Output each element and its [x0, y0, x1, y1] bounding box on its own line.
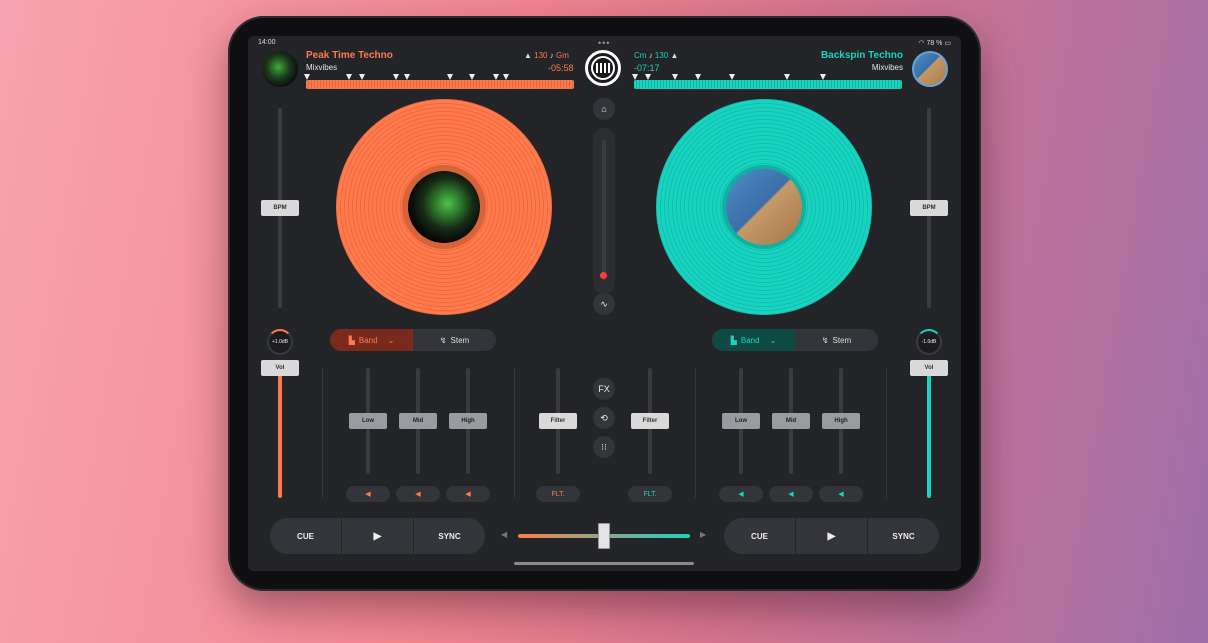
left-track-artist: Mixvibes: [306, 63, 338, 72]
left-filter-fader[interactable]: Filter: [539, 413, 577, 429]
left-divider: [322, 368, 323, 498]
right-sync-button[interactable]: SYNC: [868, 518, 939, 554]
right-stem-label: Stem: [832, 335, 852, 345]
right-track-title[interactable]: Backspin Techno: [821, 50, 903, 61]
band-eq-icon: ▙: [348, 335, 355, 345]
right-gain-knob[interactable]: -1.0dB: [916, 329, 942, 355]
right-filter-mode[interactable]: FLT.: [628, 486, 672, 502]
right-eq-mid-kill[interactable]: ◀: [769, 486, 813, 502]
left-stem-label: Stem: [450, 335, 470, 345]
left-filter-mode[interactable]: FLT.: [536, 486, 580, 502]
left-eq-low-kill[interactable]: ◀: [346, 486, 390, 502]
left-transport: CUE ▶ SYNC: [270, 518, 485, 554]
left-eq-high-fader[interactable]: High: [449, 413, 487, 429]
left-play-button[interactable]: ▶: [341, 518, 414, 554]
right-eq-low-kill[interactable]: ◀: [719, 486, 763, 502]
chevron-down-icon: ⌄: [769, 335, 777, 345]
left-eq-low-fader[interactable]: Low: [349, 413, 387, 429]
right-time-remaining: -07:17: [634, 63, 660, 73]
left-sync-button[interactable]: SYNC: [414, 518, 485, 554]
right-track-artist: Mixvibes: [871, 63, 903, 72]
band-eq-icon: ▙: [730, 335, 737, 345]
master-volume-track[interactable]: [602, 140, 606, 280]
left-band-label: Band: [358, 335, 378, 345]
battery-level: 78 %: [926, 40, 943, 47]
left-band-button[interactable]: ▙ Band ⌄: [330, 329, 413, 351]
home-indicator[interactable]: [514, 562, 694, 565]
right-stem-button[interactable]: ↯ Stem: [795, 329, 878, 351]
right-cue-button[interactable]: CUE: [724, 518, 795, 554]
right-transport: CUE ▶ SYNC: [724, 518, 939, 554]
stem-icon: ↯: [439, 335, 447, 345]
left-time-remaining: -05:58: [548, 63, 574, 73]
left-eq-mode-toggle: ▙ Band ⌄ ↯ Stem: [330, 329, 496, 351]
right-bpm: 130: [654, 51, 669, 60]
left-gain-knob[interactable]: +1.0dB: [267, 329, 293, 355]
fx-button[interactable]: FX: [593, 378, 615, 400]
stem-icon: ↯: [821, 335, 829, 345]
left-stem-button[interactable]: ↯ Stem: [413, 329, 496, 351]
left-volume-track[interactable]: [278, 368, 282, 498]
right-key: Cm: [634, 51, 647, 60]
left-bpm: 130: [534, 51, 548, 60]
right-volume-fader[interactable]: Vol: [910, 360, 948, 376]
right-eq-mode-toggle: ▙ Band ⌄ ↯ Stem: [712, 329, 878, 351]
right-eq-low-fader[interactable]: Low: [722, 413, 760, 429]
music-note-icon: ♪: [648, 51, 653, 60]
right-divider: [886, 368, 887, 498]
right-jog-artwork: [726, 169, 802, 245]
crossfader-left-arrow-icon[interactable]: ◀: [501, 530, 507, 539]
crossfader-right-arrow-icon[interactable]: ▶: [700, 530, 706, 539]
status-time: 14:00: [258, 39, 276, 46]
right-track-artwork[interactable]: [912, 51, 948, 87]
right-eq-mid-fader[interactable]: Mid: [772, 413, 810, 429]
left-pitch-fader[interactable]: BPM: [261, 200, 299, 216]
right-band-label: Band: [740, 335, 760, 345]
left-eq-mid-kill[interactable]: ◀: [396, 486, 440, 502]
tablet-frame: 14:00 ••• ◠ 78 % ▭ Peak Time Techno Mixv…: [228, 16, 981, 591]
chevron-down-icon: ⌄: [387, 335, 395, 345]
record-icon[interactable]: [600, 272, 607, 279]
right-waveform[interactable]: [632, 74, 902, 89]
left-jog-artwork: [408, 171, 480, 243]
right-mid-divider: [695, 368, 696, 498]
right-volume-track[interactable]: [927, 368, 931, 498]
loop-icon[interactable]: ⟲: [593, 407, 615, 429]
left-volume-fader[interactable]: Vol: [261, 360, 299, 376]
crossfader-handle[interactable]: [598, 523, 610, 549]
right-play-button[interactable]: ▶: [795, 518, 868, 554]
waveform-icon[interactable]: ∿: [593, 293, 615, 315]
right-band-button[interactable]: ▙ Band ⌄: [712, 329, 795, 351]
left-cue-button[interactable]: CUE: [270, 518, 341, 554]
left-track-artwork[interactable]: [262, 51, 298, 87]
status-right: ◠ 78 % ▭: [918, 39, 951, 47]
right-pitch-fader[interactable]: BPM: [910, 200, 948, 216]
play-icon: ▶: [827, 530, 836, 542]
right-filter-fader[interactable]: Filter: [631, 413, 669, 429]
left-waveform[interactable]: [304, 74, 574, 89]
left-eq-mid-fader[interactable]: Mid: [399, 413, 437, 429]
music-note-icon: ♪: [549, 51, 554, 60]
app-screen: 14:00 ••• ◠ 78 % ▭ Peak Time Techno Mixv…: [248, 36, 961, 571]
left-mid-divider: [514, 368, 515, 498]
battery-icon: ▭: [944, 40, 951, 47]
right-eq-high-kill[interactable]: ◀: [819, 486, 863, 502]
more-options-icon[interactable]: •••: [598, 38, 610, 48]
play-icon: ▶: [373, 530, 382, 542]
left-key: Gm: [555, 51, 569, 60]
left-track-title[interactable]: Peak Time Techno: [306, 50, 393, 61]
metronome-icon: ▲: [524, 51, 532, 60]
wifi-icon: ◠: [918, 40, 925, 47]
home-icon[interactable]: ⌂: [593, 98, 615, 120]
right-track-meta: Cm ♪ 130 ▲: [634, 51, 678, 60]
mixvibes-logo-icon: [591, 56, 615, 80]
app-logo-button[interactable]: [585, 50, 621, 86]
grid-icon[interactable]: ⁝⁝: [593, 436, 615, 458]
left-eq-high-kill[interactable]: ◀: [446, 486, 490, 502]
metronome-icon: ▲: [670, 51, 679, 60]
right-eq-high-fader[interactable]: High: [822, 413, 860, 429]
left-track-meta: ▲ 130 ♪ Gm: [524, 51, 569, 60]
